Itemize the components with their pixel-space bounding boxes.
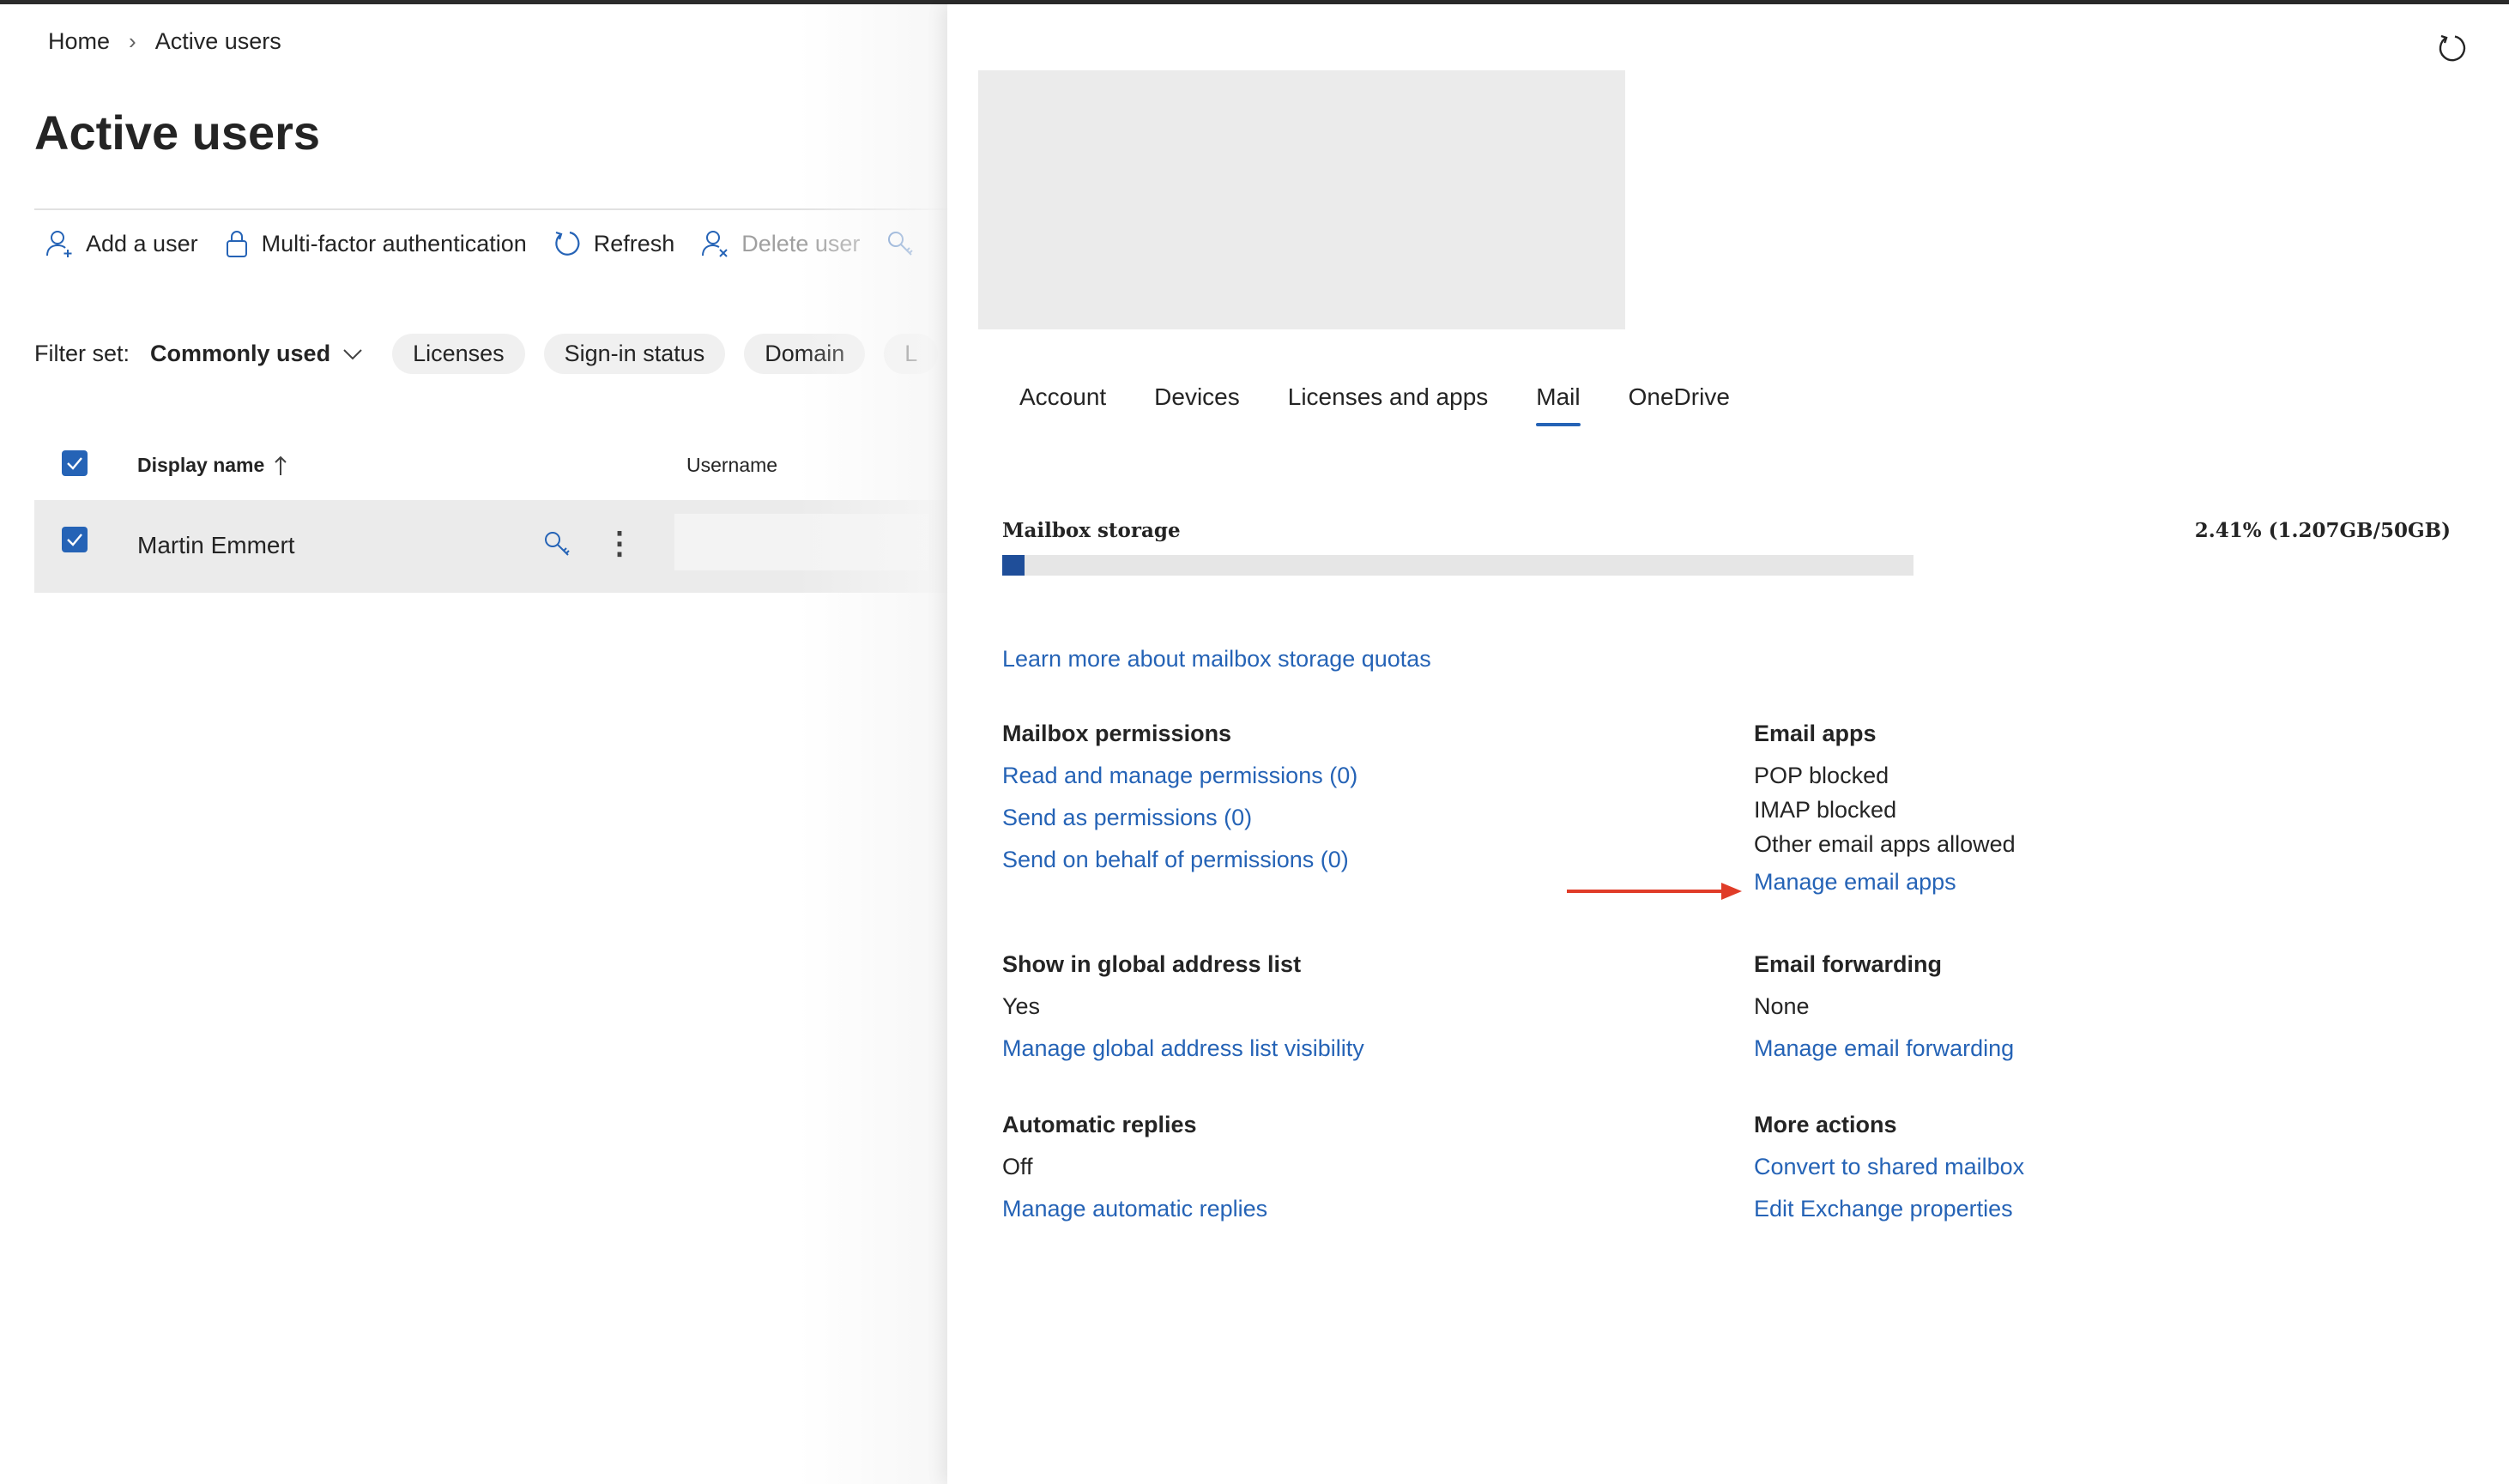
email-apps-title: Email apps — [1754, 721, 1877, 746]
more-actions-section: More actions Convert to shared mailbox E… — [1754, 1104, 2024, 1230]
learn-more-storage-link[interactable]: Learn more about mailbox storage quotas — [1002, 646, 1431, 673]
automatic-replies-section: Automatic replies Off Manage automatic r… — [1002, 1104, 1267, 1230]
email-apps-section: Email apps POP blocked IMAP blocked Othe… — [1754, 713, 2016, 903]
user-header-placeholder — [978, 70, 1625, 329]
tab-onedrive[interactable]: OneDrive — [1629, 383, 1730, 426]
mfa-button[interactable]: Multi-factor authentication — [224, 229, 527, 258]
add-user-button[interactable]: Add a user — [45, 229, 198, 258]
filter-pill-sign-in-status[interactable]: Sign-in status — [543, 334, 726, 374]
panel-tabs: Account Devices Licenses and apps Mail O… — [1019, 383, 1778, 426]
column-header-username[interactable]: Username — [686, 454, 777, 477]
mailbox-storage-bar — [1002, 555, 1913, 576]
global-address-list-value: Yes — [1002, 993, 1041, 1019]
tab-devices[interactable]: Devices — [1154, 383, 1240, 426]
convert-to-shared-mailbox-link[interactable]: Convert to shared mailbox — [1754, 1146, 2024, 1188]
user-details-panel: Account Devices Licenses and apps Mail O… — [947, 4, 2509, 1484]
check-icon — [67, 457, 82, 470]
manage-global-address-list-link[interactable]: Manage global address list visibility — [1002, 1028, 1364, 1070]
email-apps-other: Other email apps allowed — [1754, 831, 2016, 857]
mailbox-storage-value: 2.41% (1.207GB/50GB) — [2194, 519, 2451, 542]
filter-set-dropdown[interactable]: Commonly used — [150, 341, 330, 367]
refresh-icon — [2439, 34, 2466, 62]
chevron-down-icon[interactable] — [342, 347, 363, 361]
panel-refresh-button[interactable] — [2435, 32, 2468, 69]
active-users-page: Home › Active users Active users Add a u… — [0, 4, 947, 1484]
filter-set-label: Filter set: — [34, 341, 130, 366]
manage-email-forwarding-link[interactable]: Manage email forwarding — [1754, 1028, 2014, 1070]
automatic-replies-title: Automatic replies — [1002, 1112, 1197, 1137]
email-forwarding-section: Email forwarding None Manage email forwa… — [1754, 944, 2014, 1070]
chevron-right-icon: › — [129, 28, 136, 54]
global-address-list-title: Show in global address list — [1002, 951, 1302, 977]
email-forwarding-value: None — [1754, 993, 1810, 1019]
sort-ascending-icon — [275, 455, 287, 475]
panel-shadow — [798, 4, 947, 1484]
row-checkbox[interactable] — [62, 527, 88, 552]
lock-icon — [226, 231, 247, 257]
manage-email-apps-link[interactable]: Manage email apps — [1754, 861, 2016, 903]
tab-mail[interactable]: Mail — [1536, 383, 1581, 426]
add-user-icon — [46, 231, 72, 257]
column-header-display-name-label: Display name — [137, 454, 265, 476]
read-manage-permissions-link[interactable]: Read and manage permissions (0) — [1002, 755, 1357, 797]
email-apps-pop: POP blocked — [1754, 763, 1889, 788]
refresh-button[interactable]: Refresh — [553, 229, 675, 258]
mailbox-storage-bar-fill — [1002, 555, 1025, 576]
annotation-arrow-icon — [1567, 883, 1742, 900]
tab-account[interactable]: Account — [1019, 383, 1106, 426]
breadcrumb: Home › Active users — [48, 28, 281, 55]
email-apps-imap: IMAP blocked — [1754, 797, 1897, 823]
check-icon — [67, 534, 82, 546]
reset-password-icon[interactable] — [542, 529, 571, 563]
mailbox-storage-label: Mailbox storage — [1002, 519, 1181, 542]
select-all-checkbox[interactable] — [62, 450, 88, 476]
breadcrumb-home[interactable]: Home — [48, 28, 110, 55]
page-title: Active users — [34, 106, 321, 160]
manage-automatic-replies-link[interactable]: Manage automatic replies — [1002, 1188, 1267, 1230]
add-user-label: Add a user — [86, 230, 198, 256]
mfa-label: Multi-factor authentication — [261, 230, 527, 256]
key-icon — [545, 532, 570, 556]
email-forwarding-title: Email forwarding — [1754, 951, 1943, 977]
more-options-icon[interactable]: ⋮ — [604, 528, 635, 558]
refresh-icon — [555, 231, 580, 256]
send-on-behalf-permissions-link[interactable]: Send on behalf of permissions (0) — [1002, 839, 1357, 881]
more-actions-title: More actions — [1754, 1112, 1897, 1137]
tab-licenses-and-apps[interactable]: Licenses and apps — [1288, 383, 1489, 426]
refresh-label: Refresh — [593, 230, 675, 256]
filter-pill-licenses[interactable]: Licenses — [392, 334, 525, 374]
global-address-list-section: Show in global address list Yes Manage g… — [1002, 944, 1364, 1070]
row-display-name[interactable]: Martin Emmert — [137, 532, 295, 559]
send-as-permissions-link[interactable]: Send as permissions (0) — [1002, 797, 1357, 839]
edit-exchange-properties-link[interactable]: Edit Exchange properties — [1754, 1188, 2024, 1230]
column-header-display-name[interactable]: Display name — [137, 454, 288, 477]
mailbox-permissions-section: Mailbox permissions Read and manage perm… — [1002, 713, 1357, 881]
delete-user-icon — [702, 231, 729, 257]
breadcrumb-current: Active users — [154, 28, 281, 54]
mailbox-permissions-title: Mailbox permissions — [1002, 721, 1232, 746]
automatic-replies-value: Off — [1002, 1154, 1033, 1179]
